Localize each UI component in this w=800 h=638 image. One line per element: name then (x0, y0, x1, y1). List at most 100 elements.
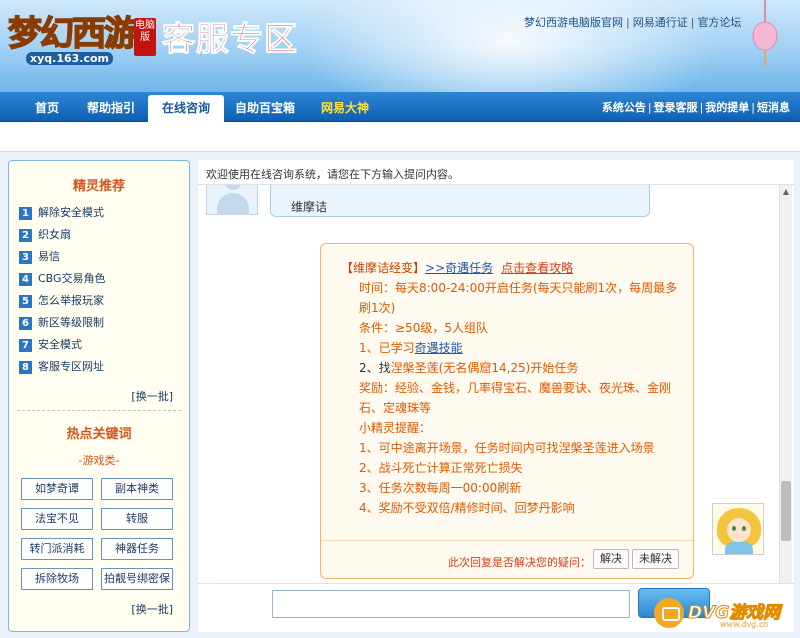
watermark-sub: www.dvg.cn (720, 620, 769, 629)
keyword-button[interactable]: 拆除牧场 (21, 568, 93, 590)
unresolved-button[interactable]: 未解决 (632, 549, 679, 569)
refresh-keywords-link[interactable]: [换一批] (131, 601, 173, 617)
list-item[interactable]: 8 客服专区网址 (19, 356, 189, 378)
step1-prefix: 1、已学习 (359, 341, 415, 355)
item-label: 易信 (38, 250, 60, 263)
item-label: 怎么举报玩家 (38, 294, 104, 307)
list-item[interactable]: 4 CBG交易角色 (19, 268, 189, 290)
announcement-link[interactable]: 系统公告 (602, 101, 646, 114)
tab-home[interactable]: 首页 (22, 92, 72, 122)
keyword-button[interactable]: 副本神类 (101, 478, 173, 500)
keyword-button[interactable]: 拍靓号绑密保 (101, 568, 173, 590)
tab-netease-dashen[interactable]: 网易大神 (312, 92, 378, 122)
item-label: CBG交易角色 (38, 272, 106, 285)
top-links: 梦幻西游电脑版官网 | 网易通行证 | 官方论坛 (524, 16, 742, 29)
hot-keywords-category: -游戏类- (78, 454, 120, 467)
item-label: 客服专区网址 (38, 360, 104, 373)
lantern-decoration-icon (752, 0, 778, 66)
page-title: 客服专区 (162, 19, 298, 59)
tab-help[interactable]: 帮助指引 (80, 92, 142, 122)
question-input[interactable] (272, 590, 630, 618)
scroll-thumb[interactable] (781, 481, 791, 541)
reply-tip: 1、可中途离开场景，任务时间内可找涅槃圣莲进入场景 (359, 441, 655, 455)
item-label: 织女扇 (38, 228, 71, 241)
list-item[interactable]: 6 新区等级限制 (19, 312, 189, 334)
main-nav: 首页 帮助指引 在线咨询 自助百宝箱 网易大神 系统公告 | 登录客服 | 我的提单 | 短… (0, 92, 800, 122)
adventure-task-link[interactable]: >>奇遇任务 (425, 261, 493, 275)
user-message-text: 维摩诘 (291, 200, 328, 214)
list-item[interactable]: 7 安全模式 (19, 334, 189, 356)
reply-step-1: 1、已学习奇遇技能 (341, 338, 683, 358)
chat-panel: 欢迎使用在线咨询系统，请您在下方输入提问内容。 维摩诘 【维摩诘经变】>>奇遇任… (198, 160, 794, 632)
reply-tips-title: 小精灵提醒： (359, 421, 432, 435)
left-sidebar: 精灵推荐 1 解除安全模式 2 织女扇 3 易信 4 CBG交易角色 5 怎么举报玩家 6… (8, 160, 190, 632)
game-logo[interactable]: 梦幻西游 电脑版 xyq.163.com (7, 6, 158, 66)
item-number: 4 (19, 272, 32, 286)
site-header: 梦幻西游 电脑版 xyq.163.com 客服专区 梦幻西游电脑版官网 | 网易通行… (0, 0, 800, 92)
item-number: 3 (19, 250, 32, 264)
bot-reply-bubble: 【维摩诘经变】>>奇遇任务 点击查看攻略 时间：每天8:00-24:00开启任务(… (320, 243, 694, 579)
gamepad-icon (654, 598, 684, 628)
reply-condition: 条件：≥50级，5人组队 (359, 321, 488, 335)
guide-link[interactable]: 点击查看攻略 (501, 261, 573, 275)
forum-link[interactable]: 官方论坛 (697, 16, 741, 29)
messages-link[interactable]: 短消息 (757, 101, 790, 114)
reply-step-2: 2、找涅槃圣莲(无名偶窟14,25)开始任务 (341, 358, 683, 378)
chat-history[interactable]: 维摩诘 【维摩诘经变】>>奇遇任务 点击查看攻略 时间：每天8:00-24:00开… (198, 184, 794, 584)
bot-eye-shape (742, 526, 746, 531)
scroll-up-icon[interactable]: ▲ (780, 187, 792, 197)
official-site-link[interactable]: 梦幻西游电脑版官网 (524, 16, 623, 29)
reply-tip: 4、奖励不受双倍/精修时间、回梦丹影响 (359, 501, 575, 515)
keyword-button[interactable]: 法宝不见 (21, 508, 93, 530)
logo-url: xyq.163.com (26, 52, 113, 65)
refresh-recommend-link[interactable]: [换一批] (9, 388, 173, 404)
keyword-button[interactable]: 如梦奇谭 (21, 478, 93, 500)
list-item[interactable]: 3 易信 (19, 246, 189, 268)
my-tickets-link[interactable]: 我的提单 (705, 101, 749, 114)
user-torso-shape (217, 193, 249, 215)
keyword-button[interactable]: 转门派消耗 (21, 538, 93, 560)
reply-reward: 奖励：经验、金钱，几率得宝石、魔兽要诀、夜光珠、金刚石、定魂珠等 (359, 381, 672, 415)
bot-avatar (712, 503, 764, 555)
keyword-button[interactable]: 转服 (101, 508, 173, 530)
tab-self-service[interactable]: 自助百宝箱 (230, 92, 300, 122)
reply-keyword: 【维摩诘经变】 (341, 261, 426, 275)
keyword-grid: 如梦奇谭 副本神类 法宝不见 转服 转门派消耗 神器任务 拆除牧场 拍靓号绑密保 (21, 478, 189, 590)
user-avatar (206, 185, 258, 215)
tab-online-consult[interactable]: 在线咨询 (148, 95, 224, 122)
sub-bar (0, 122, 800, 152)
step2-rest: 涅槃圣莲(无名偶窟14,25)开始任务 (390, 361, 579, 375)
step2-prefix: 2、找 (359, 361, 391, 375)
item-number: 5 (19, 294, 32, 308)
resolved-button[interactable]: 解决 (593, 549, 629, 569)
logo-text: 梦幻西游 (7, 13, 139, 55)
keyword-button[interactable]: 神器任务 (101, 538, 173, 560)
reply-tip: 3、任务次数每周一00:00刷新 (359, 481, 522, 495)
recommend-title: 精灵推荐 (72, 179, 125, 194)
reply-heading: 【维摩诘经变】>>奇遇任务 点击查看攻略 (341, 258, 683, 278)
bot-eye-shape (732, 526, 736, 531)
site-watermark: DVG游戏网 www.dvg.cn (654, 594, 794, 634)
list-item[interactable]: 2 织女扇 (19, 224, 189, 246)
login-link[interactable]: 登录客服 (654, 101, 698, 114)
item-number: 8 (19, 360, 32, 374)
item-number: 7 (19, 338, 32, 352)
feedback-question: 此次回复是否解决您的疑问： (448, 556, 591, 569)
adventure-skill-link[interactable]: 奇遇技能 (415, 341, 463, 355)
reply-tip: 2、战斗死亡计算正常死亡损失 (359, 461, 523, 475)
divider (17, 410, 181, 411)
item-number: 2 (19, 228, 32, 242)
user-message-bubble: 维摩诘 (270, 185, 650, 217)
passport-link[interactable]: 网易通行证 (633, 16, 688, 29)
chat-scrollbar[interactable]: ▲ (779, 185, 792, 583)
user-head-shape (225, 185, 241, 190)
item-label: 解除安全模式 (38, 206, 104, 219)
recommend-list: 1 解除安全模式 2 织女扇 3 易信 4 CBG交易角色 5 怎么举报玩家 6 新区等级限… (9, 202, 189, 378)
list-item[interactable]: 1 解除安全模式 (19, 202, 189, 224)
item-label: 新区等级限制 (38, 316, 104, 329)
reply-time: 时间：每天8:00-24:00开启任务(每天只能刷1次，每周最多刷1次) (359, 281, 678, 315)
logo-badge: 电脑版 (134, 18, 156, 56)
hot-keywords-title: 热点关键词 (66, 427, 132, 442)
list-item[interactable]: 5 怎么举报玩家 (19, 290, 189, 312)
reply-feedback: 此次回复是否解决您的疑问： 解决 未解决 (321, 540, 693, 578)
